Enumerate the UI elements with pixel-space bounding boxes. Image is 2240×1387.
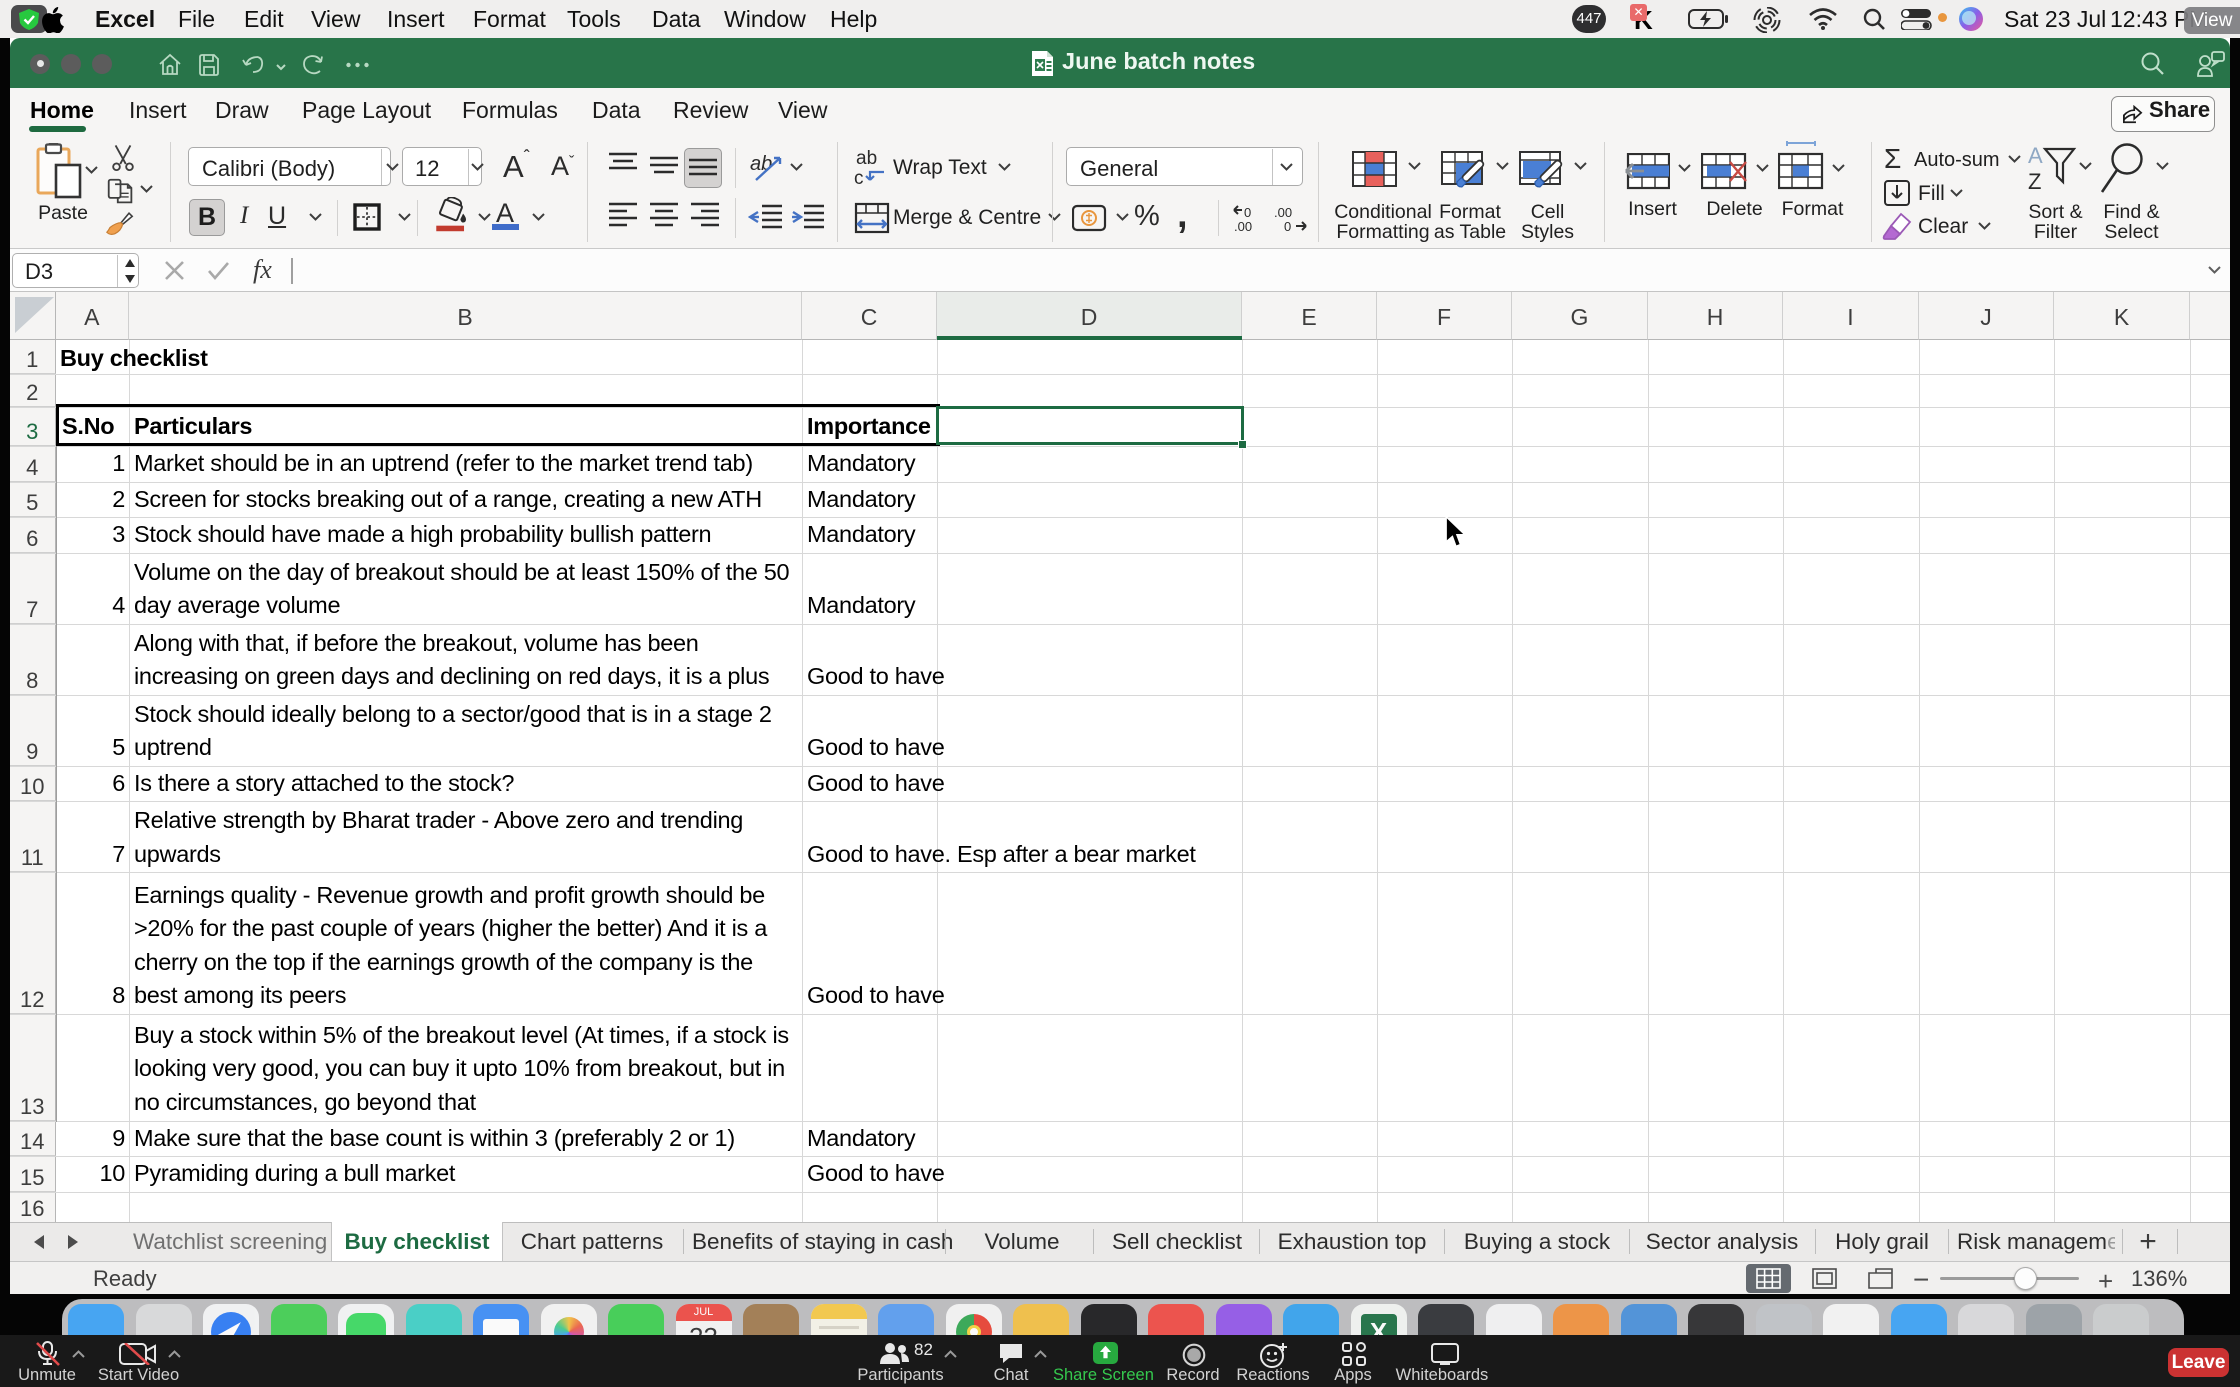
- svg-text:Z: Z: [2028, 169, 2041, 192]
- svg-text:.00: .00: [1234, 219, 1252, 232]
- svg-text:ab: ab: [750, 153, 772, 175]
- svg-text:0: 0: [1244, 205, 1251, 220]
- svg-text:c: c: [854, 168, 864, 188]
- svg-text:A: A: [2028, 144, 2043, 168]
- svg-text:.00: .00: [1274, 205, 1292, 220]
- svg-text:0: 0: [1284, 219, 1291, 232]
- svg-text:ab: ab: [856, 148, 877, 169]
